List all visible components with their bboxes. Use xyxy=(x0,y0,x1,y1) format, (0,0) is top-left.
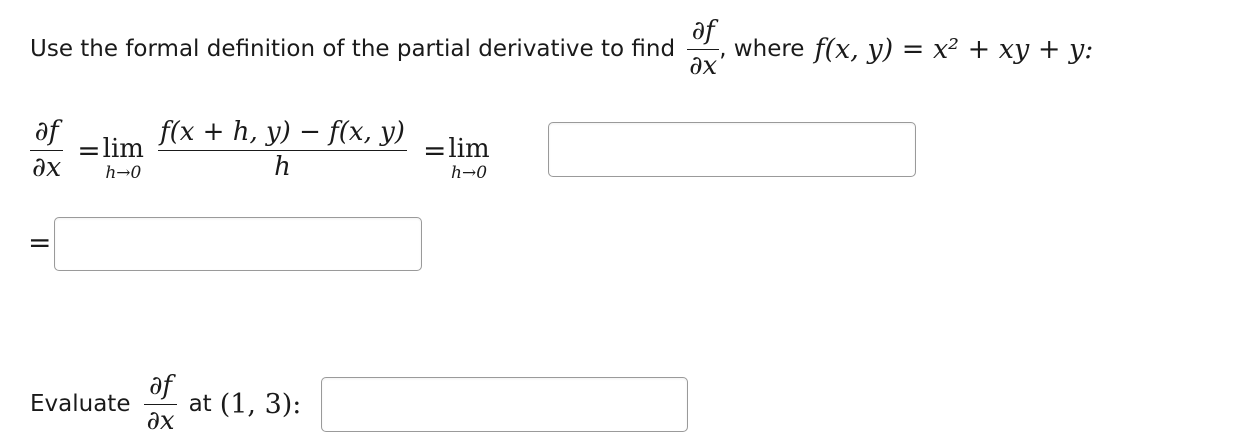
evaluate-numerator: ∂f xyxy=(148,371,173,402)
limit-definition-row: ∂f ∂x = lim h→0 f(x + h, y) − f(x, y) h … xyxy=(30,104,490,196)
limit-operator: lim h→0 xyxy=(103,136,144,182)
lim-subscript: h→0 xyxy=(105,163,142,183)
quotient-denominator: h xyxy=(274,151,291,182)
question-prompt: Use the formal definition of the partial… xyxy=(30,4,1093,94)
equals-sign-step2: = xyxy=(28,226,52,259)
simplified-expression-input[interactable] xyxy=(54,217,422,271)
lhs-numerator: ∂f xyxy=(34,116,59,148)
equals-sign-2: = xyxy=(422,133,447,167)
evaluate-partial-fraction: ∂f ∂x xyxy=(144,371,177,436)
equals-sign: = xyxy=(77,133,101,167)
evaluated-value-input[interactable] xyxy=(321,377,688,432)
lim-word: lim xyxy=(102,134,144,164)
limit-operator-2: lim h→0 xyxy=(448,136,489,182)
difference-quotient: f(x + h, y) − f(x, y) h xyxy=(157,117,407,182)
function-definition: f(x, y) = x² + xy + y: xyxy=(814,33,1094,65)
fraction-denominator: ∂x xyxy=(689,50,718,81)
limit-expression-input[interactable] xyxy=(548,122,916,177)
lim-word-2: lim xyxy=(448,134,490,164)
prompt-where-text: , where xyxy=(719,36,805,62)
fraction-numerator: ∂f xyxy=(691,16,715,47)
lhs-denominator: ∂x xyxy=(32,151,62,183)
evaluate-label: Evaluate xyxy=(30,391,131,417)
lhs-partial-fraction: ∂f ∂x xyxy=(30,116,64,183)
evaluate-row: Evaluate ∂f ∂x at (1, 3): xyxy=(30,362,301,446)
quotient-numerator: f(x + h, y) − f(x, y) xyxy=(159,117,405,148)
partial-derivative-fraction: ∂f ∂x xyxy=(687,16,720,81)
evaluation-point: (1, 3): xyxy=(219,388,302,420)
at-text: at xyxy=(188,391,212,417)
prompt-text: Use the formal definition of the partial… xyxy=(30,36,676,62)
evaluate-denominator: ∂x xyxy=(146,405,175,436)
lim-subscript-2: h→0 xyxy=(451,163,488,183)
